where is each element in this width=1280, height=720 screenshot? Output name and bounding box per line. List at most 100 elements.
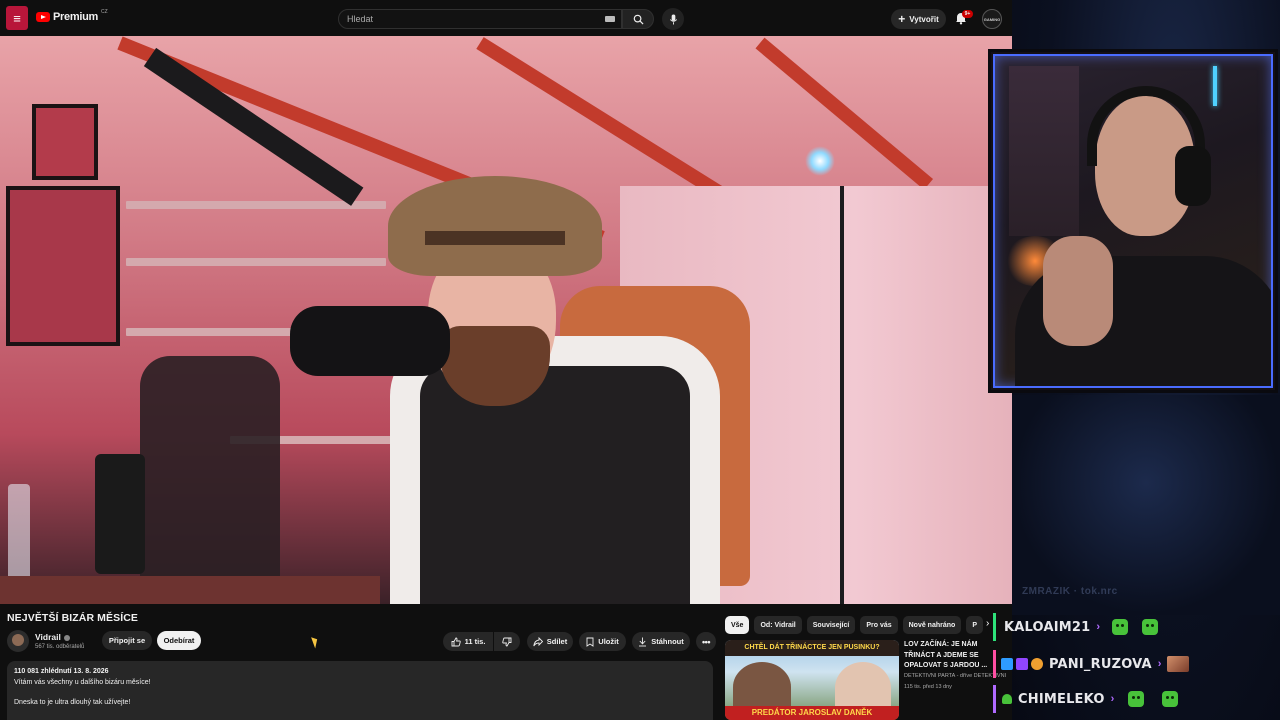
chip-label: Nově nahráno: [908, 621, 956, 629]
studio-light: [805, 146, 835, 176]
description-line: Vítám vás všechny u dalšího bizáru měsíc…: [14, 678, 151, 686]
description-box[interactable]: 110 081 zhlédnutí 13. 8. 2026 Vítám vás …: [7, 661, 713, 720]
pepe-emote-icon: [1162, 691, 1179, 707]
chip-related[interactable]: Související: [806, 616, 856, 634]
verified-icon: [63, 634, 70, 641]
webcam-neon-light: [1213, 66, 1217, 106]
recommendation-meta: 115 tis. před 13 dny: [904, 684, 952, 690]
search-icon: [633, 14, 644, 25]
microphone: [290, 306, 450, 376]
chat-message: CHIMELEKO ›: [1002, 685, 1179, 713]
share-button[interactable]: Sdílet: [527, 632, 573, 651]
chip-label: Pro vás: [866, 621, 892, 629]
webcam-feed: [993, 54, 1273, 388]
chat-accent-bar: [993, 613, 996, 641]
bits-badge-icon: [1031, 658, 1043, 670]
gift-badge-icon: [1016, 658, 1028, 670]
menu-icon[interactable]: ≡: [6, 6, 28, 30]
chip-label: Související: [812, 621, 850, 629]
search-button[interactable]: [622, 9, 654, 29]
recommendation-thumbnail[interactable]: CHTĚL DÁT TŘINÁCTCE JEN PUSINKU? PREDÁTO…: [725, 640, 899, 720]
save-button[interactable]: Uložit: [579, 632, 626, 651]
chip-label: P: [972, 621, 977, 629]
streamer-hands: [1043, 236, 1113, 346]
chat-accent-bar: [993, 685, 996, 713]
chip-from-channel[interactable]: Od: Vidrail: [754, 616, 802, 634]
presenter-hat: [388, 176, 602, 276]
thumbnail-caption-top: CHTĚL DÁT TŘINÁCTCE JEN PUSINKU?: [725, 640, 899, 656]
description-line: Dneska to je ultra dlouhý tak užívejte!: [14, 699, 131, 706]
notification-badge: 9+: [962, 10, 973, 18]
channel-avatar[interactable]: [7, 630, 29, 652]
ceiling-beam: [755, 37, 934, 190]
account-avatar[interactable]: GAMING: [982, 9, 1002, 29]
youtube-logo[interactable]: Premium CZ: [36, 9, 108, 23]
chip-for-you[interactable]: Pro vás: [860, 616, 898, 634]
more-icon: •••: [702, 636, 710, 647]
like-button[interactable]: 11 tis.: [443, 632, 493, 651]
chat-message: PANI_RUZOVA ›: [1001, 650, 1190, 678]
chip-truncated[interactable]: P: [966, 616, 983, 634]
sub-badge-icon: [1001, 658, 1013, 670]
overlay-watermark: ZMRAZIK · tok.nrc: [1022, 586, 1118, 597]
wall-frame: [6, 186, 120, 346]
more-actions-button[interactable]: •••: [696, 632, 716, 651]
chevron-right-icon: ›: [1157, 658, 1162, 670]
top-bar: ≡ Premium CZ + Vytvořit 9+ GAMING: [0, 0, 1012, 36]
voice-search-button[interactable]: [662, 8, 684, 30]
light-stand: [840, 186, 844, 604]
video-title: NEJVĚTŠÍ BIZÁR MĚSÍCE: [7, 612, 139, 624]
save-label: Uložit: [598, 637, 619, 646]
subscribe-button[interactable]: Odebírat: [157, 631, 201, 650]
thumbnail-caption-bottom: PREDÁTOR JAROSLAV DANĚK: [725, 706, 899, 720]
search-input[interactable]: [347, 14, 597, 24]
join-button[interactable]: Připojit se: [102, 631, 152, 650]
video-player[interactable]: [0, 36, 1012, 604]
chat-accent-bar: [993, 650, 996, 678]
thumbs-down-icon: [502, 637, 512, 646]
chat-message: KALOAIM21 ›: [1004, 613, 1159, 641]
chat-username: PANI_RUZOVA: [1049, 656, 1152, 672]
recommendation-chips: Vše Od: Vidrail Související Pro vás Nově…: [725, 616, 983, 634]
download-button[interactable]: Stáhnout: [632, 632, 690, 651]
thumbnail-person: [733, 662, 791, 712]
download-label: Stáhnout: [651, 637, 684, 646]
pepe-emote-icon: [1142, 619, 1159, 635]
create-label: Vytvořit: [909, 14, 939, 24]
image-emote-icon: [1167, 656, 1190, 672]
dislike-button[interactable]: [494, 632, 520, 651]
chip-label: Vše: [731, 621, 744, 629]
download-icon: [639, 637, 647, 646]
chat-username: CHIMELEKO: [1018, 691, 1105, 707]
logo-text: Premium: [53, 11, 98, 23]
chip-recently-uploaded[interactable]: Nově nahráno: [902, 616, 962, 634]
search-box[interactable]: [338, 9, 622, 29]
share-label: Sdílet: [546, 637, 568, 646]
shelf: [126, 258, 386, 266]
chip-label: Od: Vidrail: [760, 621, 796, 629]
chevron-right-icon: ›: [1110, 693, 1115, 705]
webcam-background-shelf: [1009, 66, 1079, 236]
camera-lens: [95, 454, 145, 574]
plus-icon: +: [898, 12, 906, 26]
chip-all[interactable]: Vše: [725, 616, 750, 634]
channel-name-wrap[interactable]: Vidrail: [35, 632, 70, 642]
subscriber-count: 567 tis. odběratelů: [35, 644, 85, 650]
youtube-play-icon: [36, 12, 50, 22]
hat-band: [425, 231, 565, 245]
thumbs-up-icon: [451, 637, 461, 646]
desk: [0, 576, 380, 604]
chevron-right-icon[interactable]: ›: [986, 618, 989, 629]
create-button[interactable]: + Vytvořit: [891, 9, 946, 29]
bookmark-icon: [586, 637, 594, 647]
keyboard-icon[interactable]: [605, 16, 615, 22]
subscribe-label: Odebírat: [163, 636, 195, 645]
country-code: CZ: [100, 9, 108, 15]
share-icon: [533, 636, 543, 646]
pepe-emote-icon: [1128, 691, 1145, 707]
headset-earcup: [1175, 146, 1211, 206]
channel-name[interactable]: Vidrail: [35, 632, 61, 642]
presenter-vest: [420, 366, 690, 604]
view-count-date: 110 081 zhlédnutí 13. 8. 2026: [14, 668, 109, 675]
avatar-text: GAMING: [983, 16, 1001, 22]
